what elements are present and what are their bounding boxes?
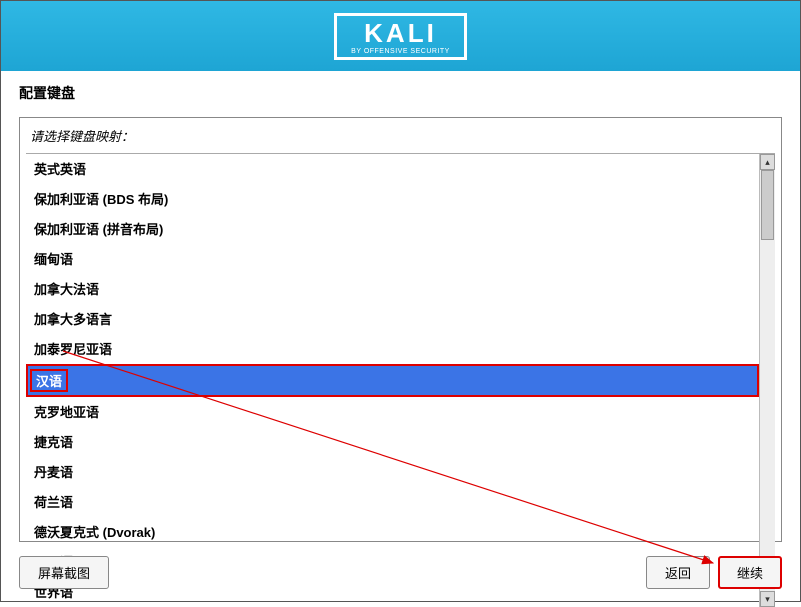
footer: 屏幕截图 返回 继续 [19,556,782,589]
keyboard-item[interactable]: 捷克语 [26,427,759,457]
scroll-thumb[interactable] [761,170,774,240]
keyboard-item[interactable]: 保加利亚语 (拼音布局) [26,214,759,244]
screenshot-button[interactable]: 屏幕截图 [19,556,109,589]
keyboard-item[interactable]: 保加利亚语 (BDS 布局) [26,184,759,214]
logo-text: KALI [364,20,437,46]
back-button[interactable]: 返回 [646,556,710,589]
keyboard-item[interactable]: 荷兰语 [26,487,759,517]
kali-logo: KALI BY OFFENSIVE SECURITY [334,13,467,60]
scroll-up-icon[interactable]: ▴ [760,154,775,170]
keyboard-item[interactable]: 丹麦语 [26,457,759,487]
header-banner: KALI BY OFFENSIVE SECURITY [1,1,800,71]
prompt-label: 请选择键盘映射： [20,118,781,153]
keyboard-item[interactable]: 加拿大多语言 [26,304,759,334]
keyboard-item[interactable]: 英式英语 [26,154,759,184]
logo-subtitle: BY OFFENSIVE SECURITY [351,48,450,55]
continue-button[interactable]: 继续 [718,556,782,589]
keyboard-item[interactable]: 缅甸语 [26,244,759,274]
keyboard-item[interactable]: 加拿大法语 [26,274,759,304]
keyboard-item[interactable]: 汉语 [26,364,759,397]
scrollbar[interactable]: ▴ ▾ [759,154,775,607]
page-title: 配置键盘 [1,71,800,111]
keyboard-item[interactable]: 德沃夏克式 (Dvorak) [26,517,759,547]
keyboard-panel: 请选择键盘映射： 英式英语保加利亚语 (BDS 布局)保加利亚语 (拼音布局)缅… [19,117,782,542]
keyboard-list[interactable]: 英式英语保加利亚语 (BDS 布局)保加利亚语 (拼音布局)缅甸语加拿大法语加拿… [26,154,759,607]
keyboard-item[interactable]: 克罗地亚语 [26,397,759,427]
keyboard-item[interactable]: 加泰罗尼亚语 [26,334,759,364]
scroll-down-icon[interactable]: ▾ [760,591,775,607]
